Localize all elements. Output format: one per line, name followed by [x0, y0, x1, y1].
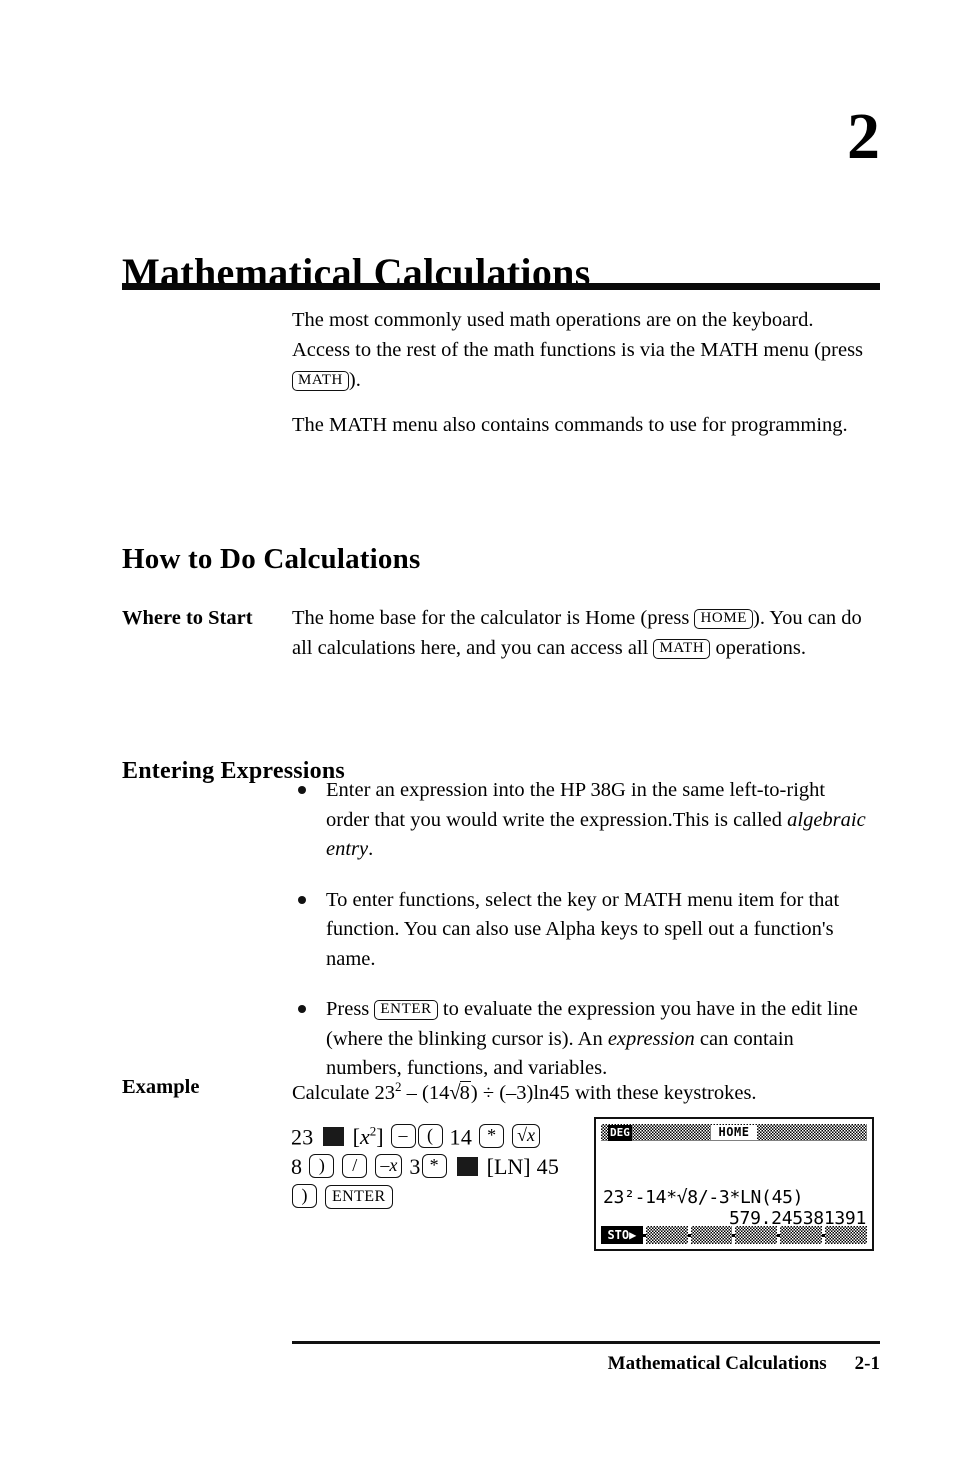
footer-page-number: 2-1: [854, 1353, 880, 1374]
list-item: Enter an expression into the HP 38G in t…: [292, 776, 872, 865]
intro-paragraph-2: The MATH menu also contains commands to …: [292, 414, 848, 436]
where-to-start-block: The home base for the calculator is Home…: [292, 603, 872, 663]
wts-text-3: operations.: [710, 637, 806, 659]
math-key-inline-2[interactable]: MATH: [653, 639, 711, 659]
wts-text-1: The home base for the calculator is Home…: [292, 607, 695, 629]
entering-expressions-list: Enter an expression into the HP 38G in t…: [292, 776, 872, 1084]
example-radicand: 8: [459, 1080, 471, 1104]
negate-key[interactable]: –x: [375, 1154, 403, 1179]
document-page: 2 Mathematical Calculations The most com…: [0, 0, 954, 1464]
open-paren-key[interactable]: (: [417, 1124, 443, 1149]
keystroke-number: 3: [409, 1154, 421, 1180]
radical-sign-icon: √: [449, 1081, 461, 1104]
multiply-key-2[interactable]: *: [421, 1154, 447, 1179]
calculator-screen: DEG HOME 23²-14*√8/-3*LN(45) 579.2453813…: [594, 1117, 874, 1251]
lcd-softkey-bar: STO▶: [601, 1226, 867, 1244]
bullet-1-text-1: Enter an expression into the HP 38G in t…: [326, 779, 826, 831]
lcd-view-title: HOME: [711, 1125, 757, 1140]
keystroke-number: 14: [449, 1124, 473, 1150]
multiply-key[interactable]: *: [479, 1124, 505, 1149]
bullet-3-text-1: Press: [326, 998, 375, 1020]
minus-key[interactable]: –: [390, 1124, 416, 1149]
bullet-1-text-2: .: [368, 838, 374, 860]
softkey-3[interactable]: [690, 1226, 733, 1244]
footer-title: Mathematical Calculations: [607, 1353, 827, 1374]
shift-key-icon[interactable]: [456, 1157, 478, 1177]
intro-text-2: ).: [348, 369, 361, 391]
keystroke-number: 45: [536, 1154, 560, 1180]
lcd-expression-line: 23²-14*√8/-3*LN(45): [603, 1187, 804, 1208]
softkey-2[interactable]: [645, 1226, 688, 1244]
softkey-5[interactable]: [780, 1226, 823, 1244]
chapter-number: 2: [847, 100, 880, 173]
math-key-inline[interactable]: MATH: [292, 371, 349, 391]
intro-paragraph-1: The most commonly used math operations a…: [292, 305, 872, 395]
close-paren-key[interactable]: ): [309, 1154, 335, 1179]
softkey-sto[interactable]: STO▶: [601, 1226, 643, 1244]
keystroke-sequence: 23 [x2] –( 14 * √x 8 ) / –x 3 * [LN] 45 )…: [291, 1117, 581, 1212]
divide-key[interactable]: /: [342, 1154, 368, 1179]
keystroke-number: 8: [291, 1154, 303, 1180]
page-footer: Mathematical Calculations 2-1: [292, 1352, 880, 1376]
keystroke-number: 23: [291, 1124, 314, 1150]
footer-divider: [292, 1341, 880, 1344]
example-base: 23: [374, 1081, 396, 1104]
example-mid: – (14: [401, 1081, 450, 1104]
section-heading-how-to-do-calculations: How to Do Calculations: [122, 543, 421, 576]
enter-key-inline[interactable]: ENTER: [374, 1000, 438, 1020]
lcd-content-area: 23²-14*√8/-3*LN(45) 579.245381391: [601, 1145, 867, 1237]
bullet-dot-icon: [298, 1005, 306, 1013]
example-formula: Calculate 232 – (14√8) ÷ (–3)ln45 with t…: [292, 1072, 757, 1108]
side-label-where-to-start: Where to Start: [122, 607, 253, 629]
enter-key[interactable]: ENTER: [325, 1185, 393, 1210]
where-to-start-paragraph: The home base for the calculator is Home…: [292, 603, 872, 663]
lcd-status-bar: DEG HOME: [601, 1124, 867, 1141]
intro-text-1: The most commonly used math operations a…: [292, 309, 864, 361]
ln-label: [LN]: [486, 1154, 531, 1180]
keystroke-line-2: 8 ) / –x 3 * [LN] 45: [291, 1152, 581, 1182]
bullet-dot-icon: [298, 895, 306, 904]
bullet-2-text-1: To enter functions, select the key or MA…: [326, 888, 840, 970]
angle-mode-indicator: DEG: [608, 1124, 632, 1141]
close-paren-key-2[interactable]: ): [292, 1184, 317, 1209]
intro-block: The most commonly used math operations a…: [292, 305, 872, 440]
title-divider: [122, 283, 880, 290]
list-item: To enter functions, select the key or MA…: [292, 886, 872, 975]
home-key-inline[interactable]: HOME: [694, 609, 754, 629]
softkey-6[interactable]: [825, 1226, 867, 1244]
x-squared-label: [x2]: [352, 1124, 384, 1150]
keystroke-line-1: 23 [x2] –( 14 * √x: [291, 1117, 581, 1152]
keystroke-line-3: ) ENTER: [291, 1182, 581, 1212]
example-lead: Calculate: [292, 1081, 375, 1104]
shift-key-icon[interactable]: [322, 1127, 344, 1147]
side-label-example: Example: [122, 1076, 200, 1098]
example-trailing: with these keystrokes.: [569, 1081, 757, 1104]
softkey-4[interactable]: [735, 1226, 778, 1244]
example-tail: ) ÷ (–3)ln45: [470, 1081, 570, 1104]
sqrt-key[interactable]: √x: [512, 1124, 541, 1149]
bullet-3-italic: expression: [607, 1027, 695, 1050]
bullet-dot-icon: [298, 786, 306, 794]
list-item: Press ENTER to evaluate the expression y…: [292, 995, 872, 1084]
